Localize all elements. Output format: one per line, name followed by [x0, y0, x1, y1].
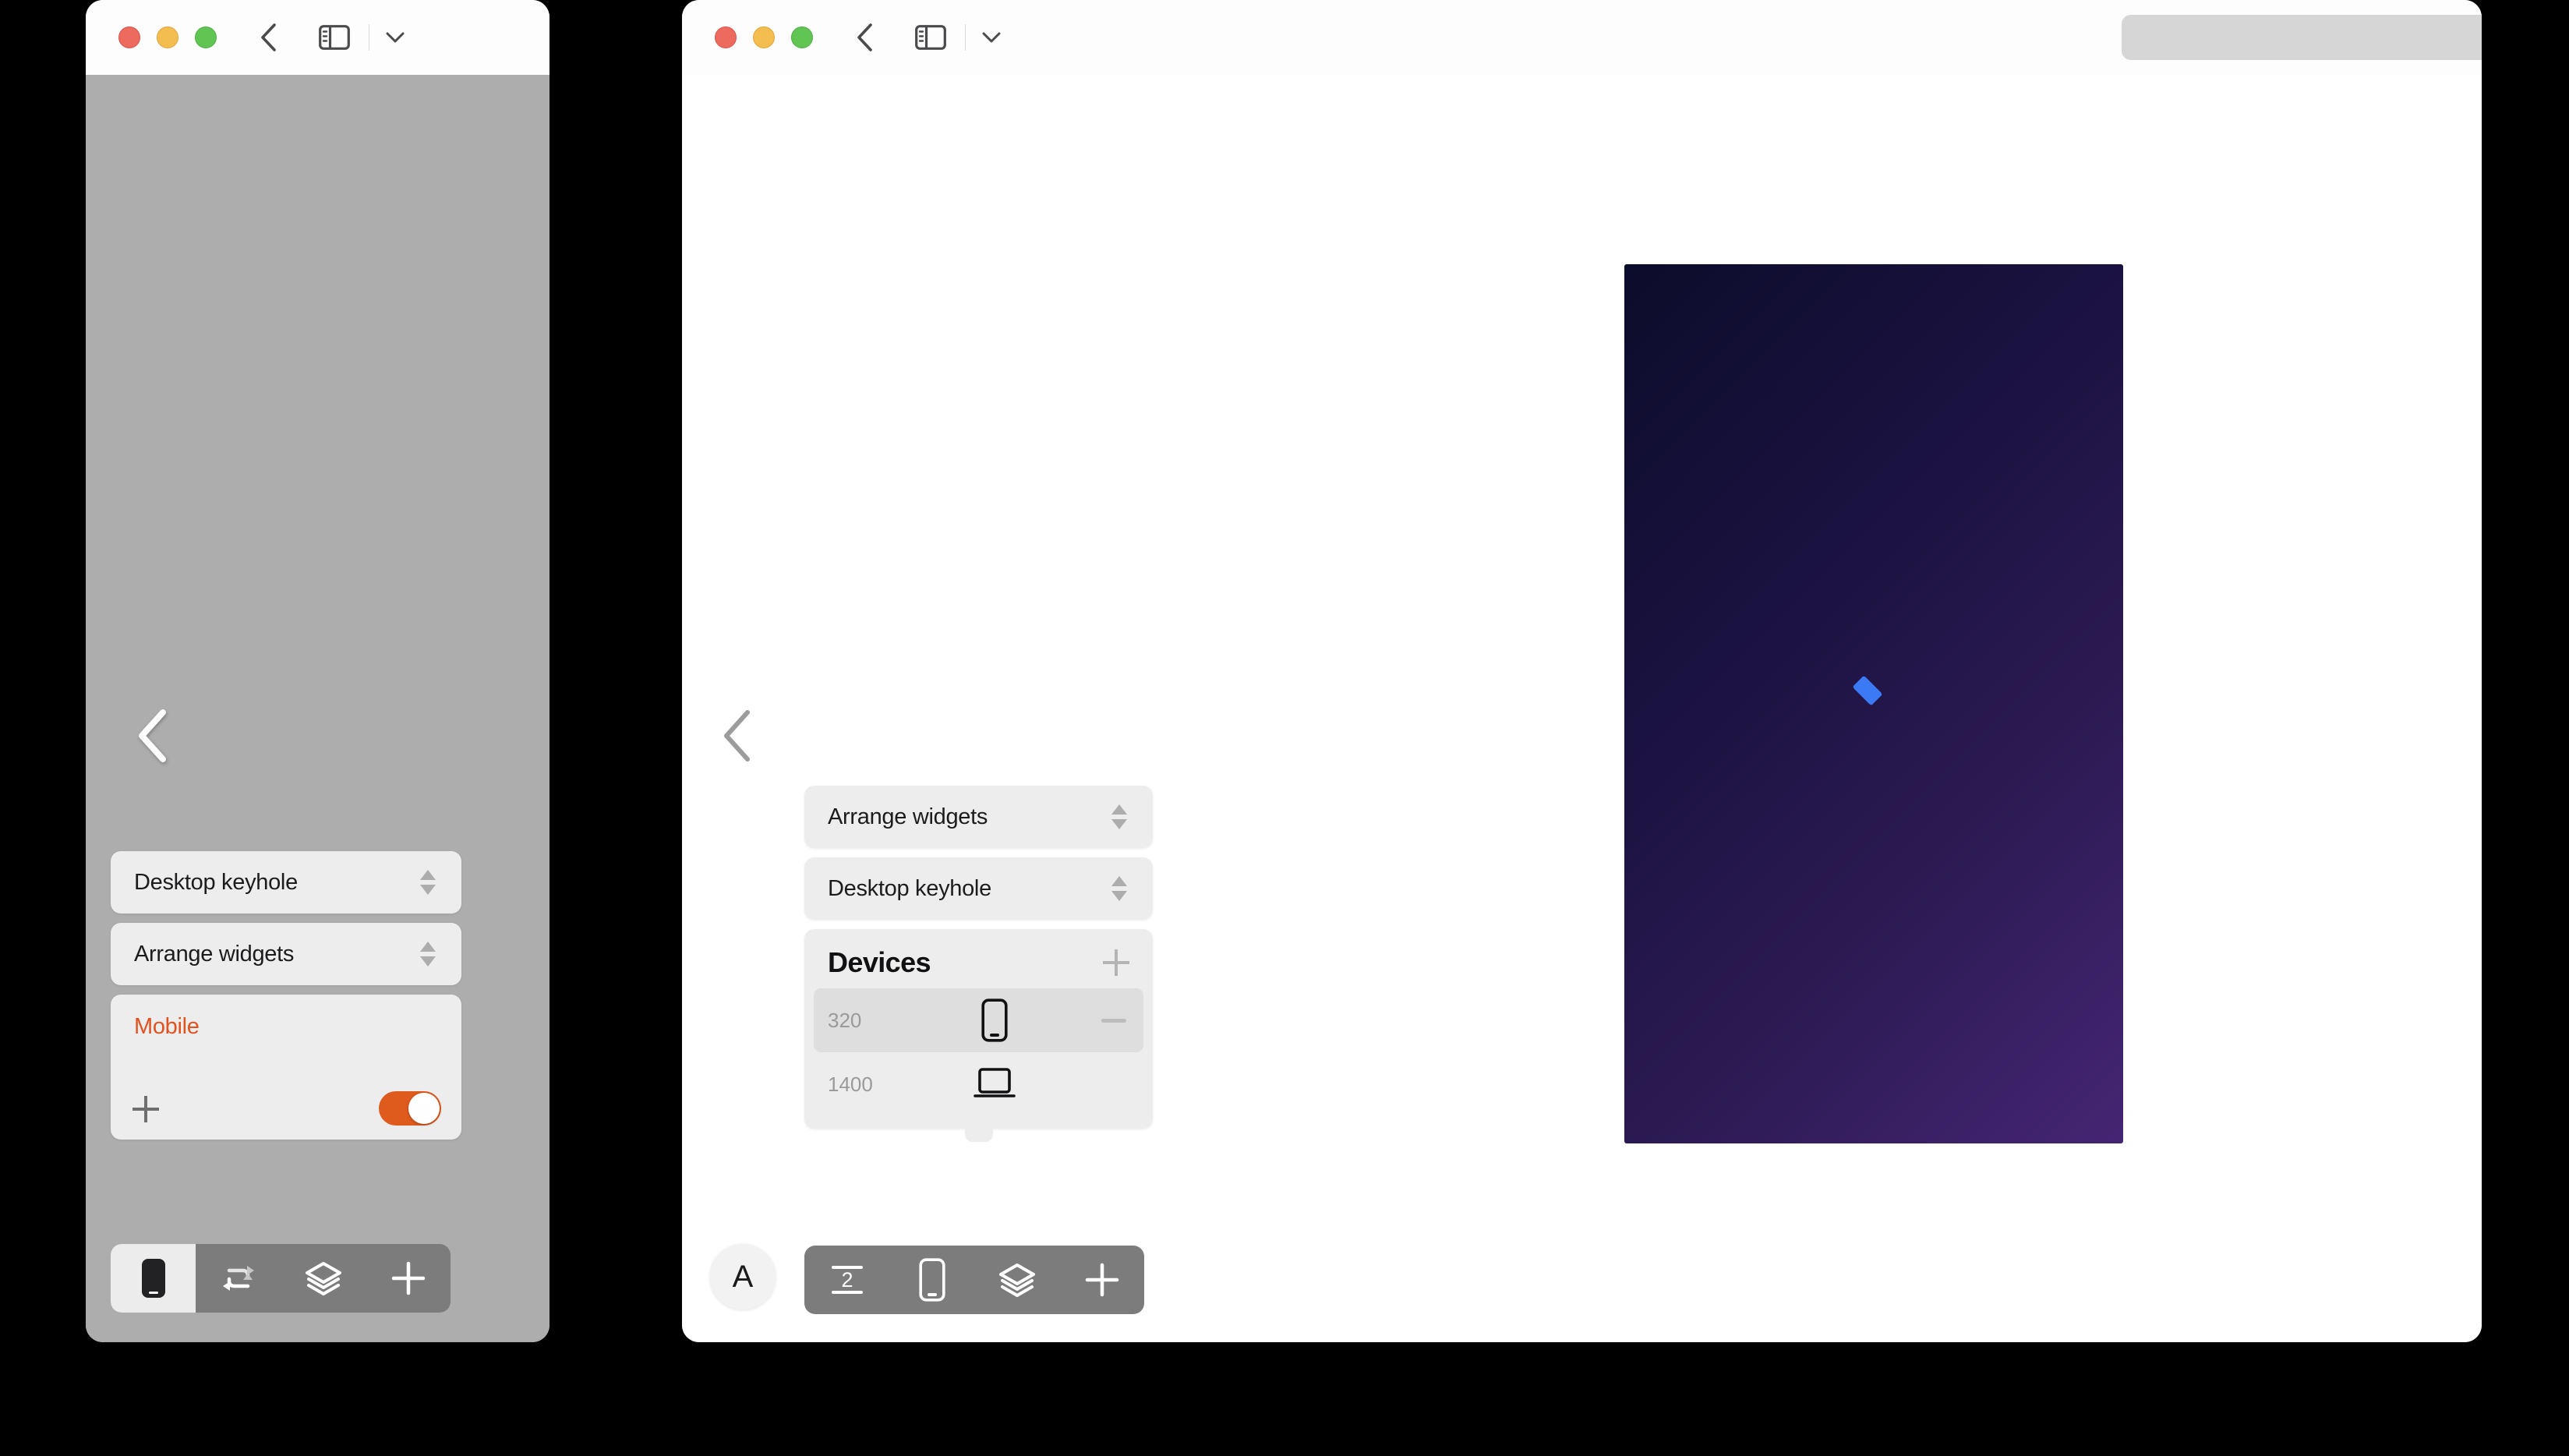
titlebar-divider — [965, 24, 966, 51]
select-arrange-widgets[interactable]: Arrange widgets — [111, 923, 461, 985]
close-button[interactable] — [118, 27, 140, 48]
minimize-button[interactable] — [157, 27, 178, 48]
dock-item-swap-arrows[interactable] — [196, 1244, 281, 1313]
device-row-1400[interactable]: 1400 — [814, 1052, 1143, 1116]
popup-notch — [965, 1126, 993, 1142]
plus-icon — [390, 1260, 427, 1297]
page-number-2-icon: 2 — [826, 1259, 868, 1301]
plus-icon[interactable] — [1103, 949, 1129, 976]
front-traffic-lights[interactable] — [715, 27, 813, 48]
dock-item-mobile-device[interactable] — [111, 1244, 196, 1313]
stepper-updown-icon[interactable] — [418, 938, 438, 970]
device-row-320[interactable]: 320 — [814, 988, 1143, 1052]
chevron-left-icon[interactable] — [253, 23, 283, 52]
devices-popup[interactable]: Devices 320 1400 — [804, 929, 1153, 1129]
dock-item-layers[interactable] — [281, 1244, 366, 1313]
select-label: Desktop keyhole — [134, 870, 298, 896]
layers-icon — [303, 1260, 344, 1297]
mobile-group-card[interactable]: Mobile — [111, 995, 461, 1140]
chevron-down-icon[interactable] — [978, 24, 1005, 51]
front-dock-toolbar[interactable]: 2 — [804, 1246, 1144, 1314]
back-panel-stack: Desktop keyhole Arrange widgets — [111, 851, 461, 1140]
svg-text:2: 2 — [841, 1268, 853, 1292]
front-window-titlebar: my.readymag.com — [682, 0, 2482, 75]
front-window-canvas: Arrange widgets Desktop keyhole — [682, 75, 2482, 1342]
chevron-left-large-icon[interactable] — [131, 708, 173, 750]
gradient-artboard[interactable] — [1624, 264, 2123, 1143]
back-traffic-lights[interactable] — [118, 27, 217, 48]
active-browser-window[interactable]: my.readymag.com — [682, 0, 2482, 1342]
dock-item-add[interactable] — [1059, 1246, 1144, 1314]
dock-item-page-number[interactable]: 2 — [804, 1246, 889, 1314]
address-bar[interactable]: my.readymag.com — [2122, 15, 2482, 60]
stepper-updown-icon[interactable] — [1109, 800, 1129, 833]
back-window-titlebar — [86, 0, 549, 75]
dock-item-mobile-device[interactable] — [889, 1246, 974, 1314]
laptop-device-icon — [889, 1067, 1101, 1101]
zoom-button[interactable] — [195, 27, 217, 48]
plus-icon[interactable] — [133, 1096, 159, 1122]
close-button[interactable] — [715, 27, 737, 48]
mobile-device-icon — [889, 998, 1101, 1042]
select-arrange-widgets[interactable]: Arrange widgets — [804, 786, 1153, 848]
sidebar-toggle-icon[interactable] — [319, 22, 350, 53]
mobile-toggle[interactable] — [379, 1091, 441, 1126]
dock-item-layers[interactable] — [974, 1246, 1059, 1314]
chevron-down-icon[interactable] — [382, 24, 408, 51]
stepper-updown-icon[interactable] — [418, 866, 438, 899]
plus-icon — [1083, 1261, 1121, 1299]
toggle-knob — [408, 1093, 440, 1124]
mobile-device-icon — [919, 1258, 945, 1302]
back-dock-toolbar[interactable] — [111, 1244, 451, 1313]
group-title-mobile: Mobile — [134, 1014, 200, 1039]
device-width: 320 — [814, 1009, 889, 1033]
chevron-left-icon[interactable] — [850, 23, 879, 52]
sidebar-toggle-icon[interactable] — [915, 22, 946, 53]
background-browser-window[interactable]: Desktop keyhole Arrange widgets — [86, 0, 549, 1342]
stepper-updown-icon[interactable] — [1109, 872, 1129, 905]
mobile-device-icon — [140, 1257, 167, 1299]
select-desktop-keyhole[interactable]: Desktop keyhole — [111, 851, 461, 914]
blue-diamond-shape[interactable] — [1853, 676, 1883, 706]
zoom-button[interactable] — [791, 27, 813, 48]
select-desktop-keyhole[interactable]: Desktop keyhole — [804, 857, 1153, 920]
select-label: Desktop keyhole — [828, 876, 991, 902]
layers-icon — [997, 1261, 1037, 1299]
devices-title: Devices — [828, 946, 931, 979]
dock-item-add[interactable] — [366, 1244, 451, 1313]
text-tool-button[interactable]: A — [710, 1244, 776, 1309]
device-width: 1400 — [814, 1073, 889, 1097]
chevron-left-large-icon[interactable] — [716, 708, 758, 750]
minimize-button[interactable] — [753, 27, 775, 48]
swap-arrows-icon — [217, 1261, 260, 1295]
devices-header: Devices — [804, 929, 1153, 988]
back-window-canvas: Desktop keyhole Arrange widgets — [86, 75, 549, 1342]
front-panel-stack: Arrange widgets Desktop keyhole — [804, 786, 1153, 1129]
select-label: Arrange widgets — [828, 804, 988, 830]
text-tool-label: A — [733, 1260, 754, 1295]
minus-icon[interactable] — [1101, 1019, 1126, 1023]
select-label: Arrange widgets — [134, 942, 294, 967]
